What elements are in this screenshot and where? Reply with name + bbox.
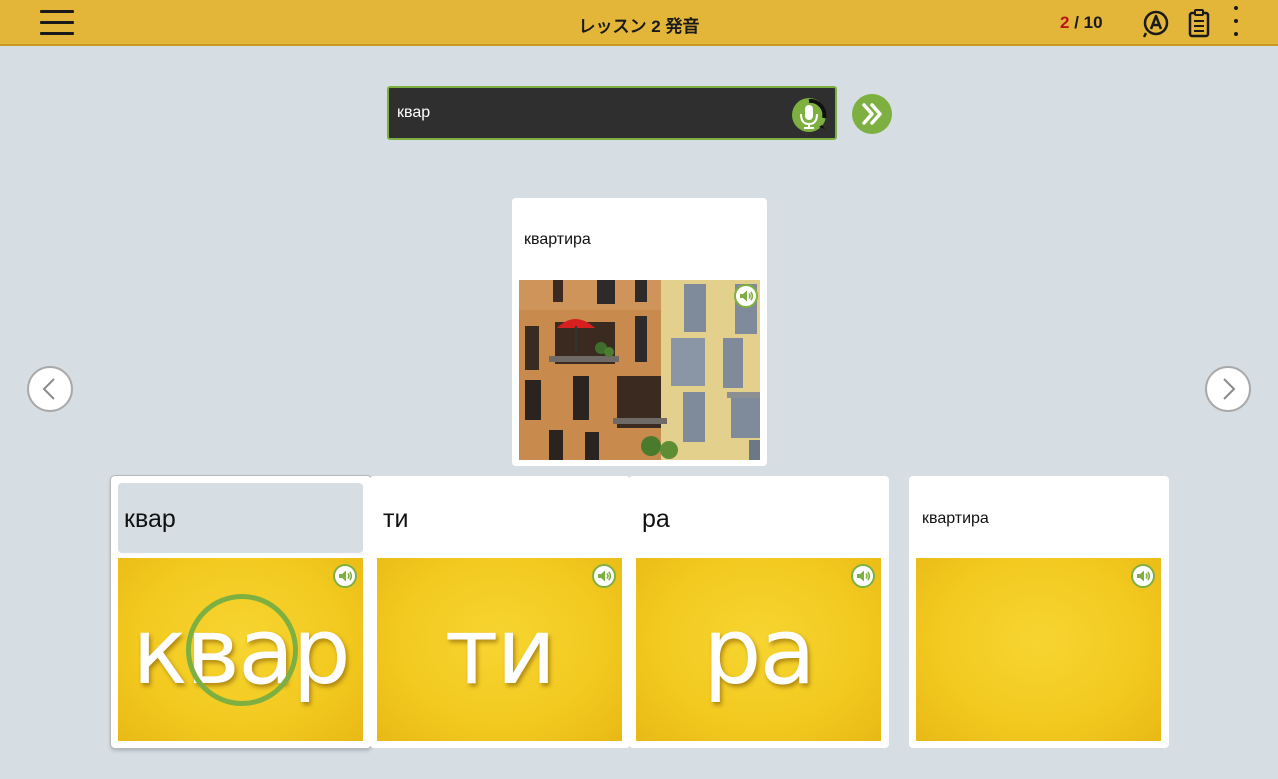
syllable-label-area: квартира (916, 483, 1161, 553)
syllable-label-area: ра (636, 483, 881, 553)
submit-next-button[interactable] (852, 94, 892, 134)
syllable-image: ра (636, 558, 881, 741)
syllable-label: ра (642, 505, 670, 533)
lesson-progress: 2 / 10 (1060, 13, 1103, 33)
syllable-image-text: ти (444, 598, 556, 705)
syllable-label: ти (383, 505, 409, 533)
speech-recognition-box: квар (387, 86, 837, 140)
word-label: квартира (524, 231, 591, 248)
speaker-icon[interactable] (333, 564, 357, 588)
previous-arrow-button[interactable] (27, 366, 73, 412)
top-bar: レッスン 2 発音 2 / 10 (0, 0, 1278, 46)
syllable-label: квартира (922, 510, 989, 527)
clipboard-icon[interactable] (1187, 8, 1211, 38)
microphone-icon[interactable] (791, 97, 827, 133)
double-chevron-right-icon (862, 103, 882, 125)
circled-a-icon[interactable] (1142, 8, 1170, 38)
syllable-label-area: квар (118, 483, 363, 553)
speaker-icon[interactable] (592, 564, 616, 588)
more-options-icon[interactable] (1233, 6, 1239, 40)
syllable-card-3[interactable]: ра ра (629, 476, 889, 748)
syllable-card-1[interactable]: квар квар (111, 476, 371, 748)
syllable-image (916, 558, 1161, 741)
speaker-icon[interactable] (1131, 564, 1155, 588)
syllable-image-text: ра (703, 598, 816, 705)
progress-total: / 10 (1074, 13, 1103, 32)
syllable-label-area: ти (377, 483, 622, 553)
word-photo (519, 280, 760, 460)
speaker-icon[interactable] (851, 564, 875, 588)
next-arrow-button[interactable] (1205, 366, 1251, 412)
chevron-left-icon (42, 378, 55, 400)
syllable-label: квар (124, 505, 176, 533)
syllable-image: ти (377, 558, 622, 741)
syllable-image: квар (118, 558, 363, 741)
speaker-icon[interactable] (734, 284, 758, 308)
word-card: квартира (512, 198, 767, 466)
recognized-text: квар (397, 104, 431, 121)
chevron-right-icon (1223, 378, 1236, 400)
syllable-card-4[interactable]: квартира (909, 476, 1169, 748)
apartment-building-photo (519, 280, 760, 460)
recording-ring (186, 594, 298, 706)
syllable-card-2[interactable]: ти ти (370, 476, 630, 748)
progress-current: 2 (1060, 13, 1070, 32)
